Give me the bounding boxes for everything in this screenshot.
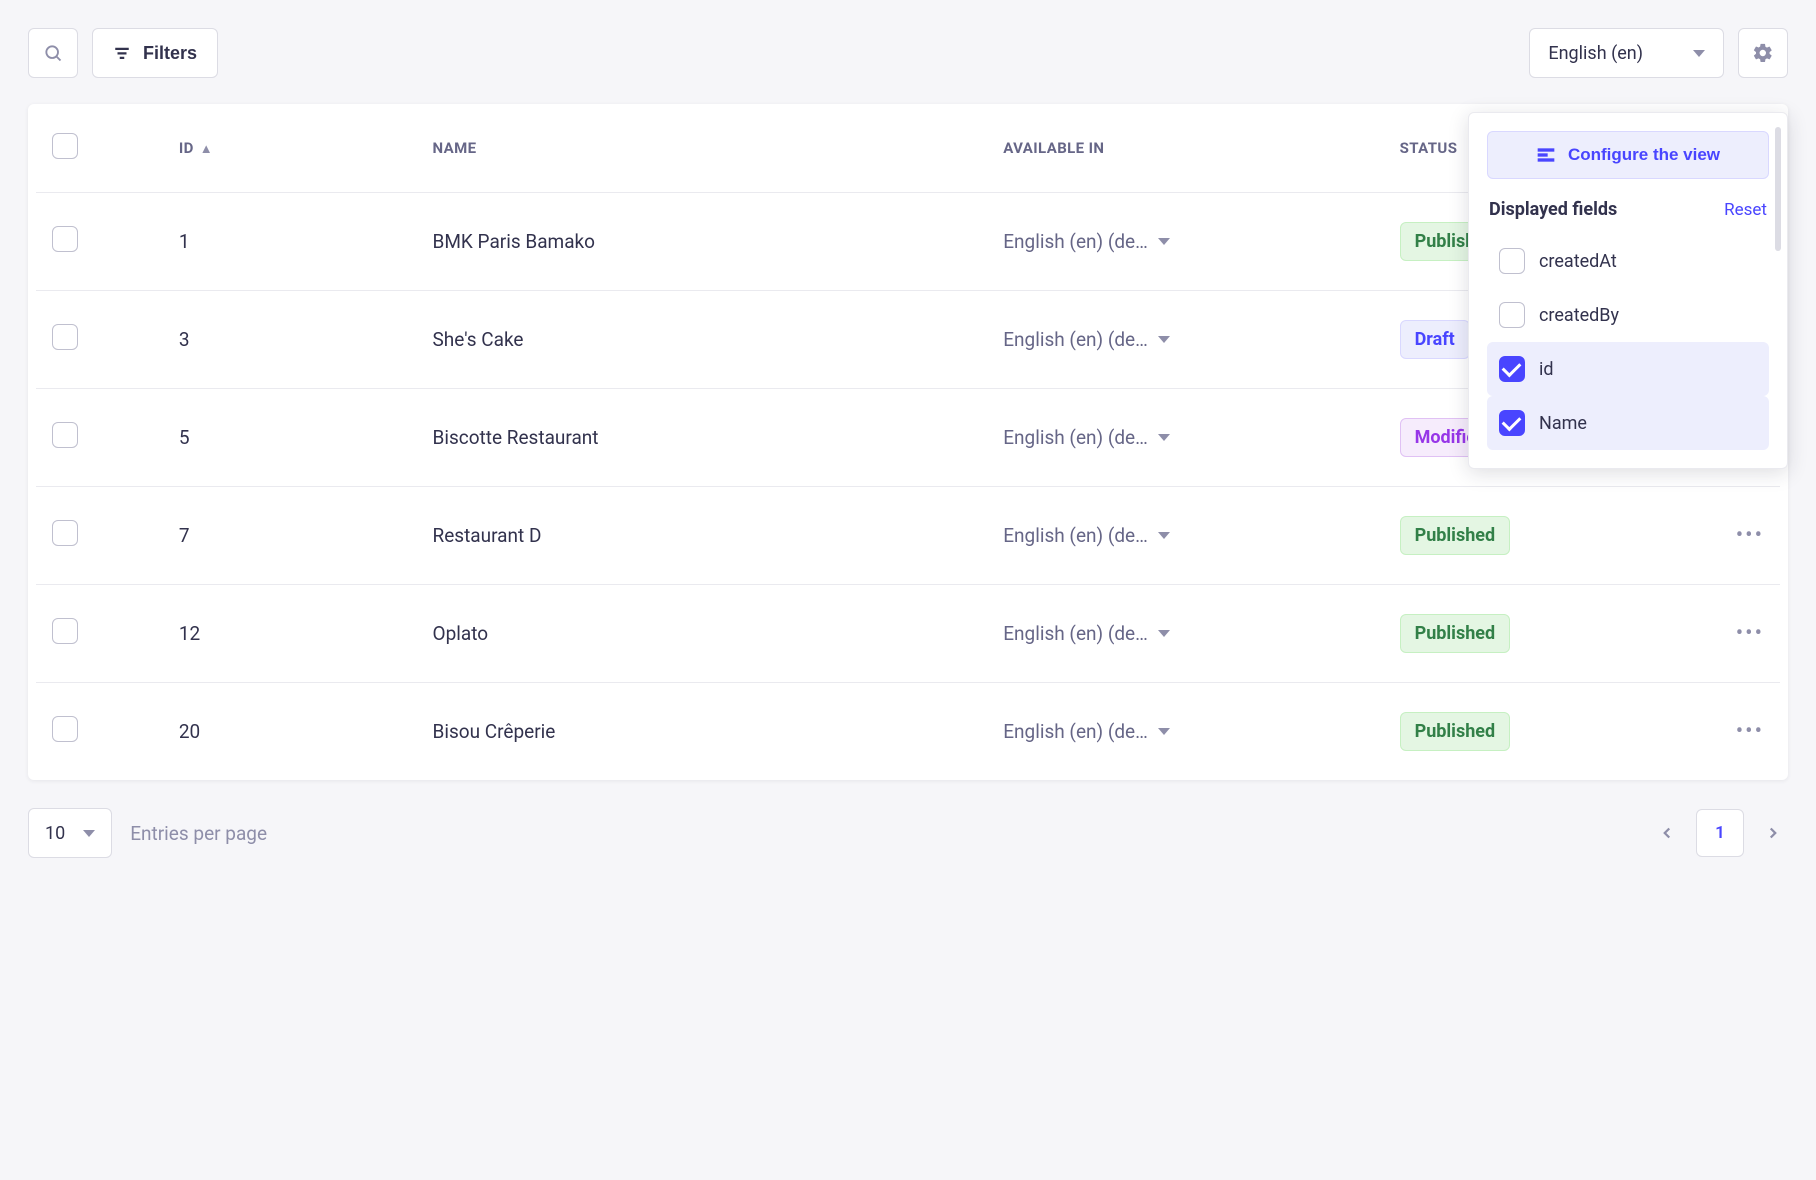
filters-button[interactable]: Filters xyxy=(92,28,218,78)
layout-icon xyxy=(1536,146,1556,164)
cell-id: 7 xyxy=(163,486,417,584)
field-label: Name xyxy=(1539,413,1587,434)
row-checkbox[interactable] xyxy=(52,716,78,742)
row-checkbox[interactable] xyxy=(52,226,78,252)
toolbar: Filters English (en) xyxy=(28,28,1788,78)
cell-name: Biscotte Restaurant xyxy=(417,388,988,486)
cell-id: 5 xyxy=(163,388,417,486)
view-settings-popover: Configure the view Displayed fields Rese… xyxy=(1468,112,1788,469)
configure-view-label: Configure the view xyxy=(1568,145,1720,165)
displayed-field-option[interactable]: id xyxy=(1487,342,1769,396)
gear-icon xyxy=(1752,42,1774,64)
sort-asc-icon: ▲ xyxy=(200,141,213,157)
row-actions-button[interactable]: ••• xyxy=(1736,523,1764,548)
cell-id: 3 xyxy=(163,290,417,388)
cell-id: 20 xyxy=(163,682,417,780)
language-label: English (en) xyxy=(1548,43,1643,64)
available-in-label: English (en) (de… xyxy=(1003,426,1148,449)
select-all-checkbox[interactable] xyxy=(52,133,78,159)
chevron-down-icon xyxy=(1158,532,1170,539)
column-header-id[interactable]: ID▲ xyxy=(163,104,417,192)
status-badge: Published xyxy=(1400,614,1511,653)
cell-name: Restaurant D xyxy=(417,486,988,584)
field-checkbox[interactable] xyxy=(1499,410,1525,436)
filter-icon xyxy=(113,44,131,62)
next-page-button[interactable] xyxy=(1758,818,1788,848)
scrollbar-thumb[interactable] xyxy=(1775,127,1781,251)
available-in-select[interactable]: English (en) (de… xyxy=(1003,720,1367,743)
status-badge: Published xyxy=(1400,516,1511,555)
configure-view-button[interactable]: Configure the view xyxy=(1487,131,1769,179)
available-in-label: English (en) (de… xyxy=(1003,230,1148,253)
available-in-select[interactable]: English (en) (de… xyxy=(1003,328,1367,351)
page-size-select[interactable]: 10 xyxy=(28,808,112,858)
field-checkbox[interactable] xyxy=(1499,356,1525,382)
displayed-field-option[interactable]: createdBy xyxy=(1487,288,1769,342)
available-in-label: English (en) (de… xyxy=(1003,720,1148,743)
reset-fields-link[interactable]: Reset xyxy=(1724,200,1767,220)
chevron-down-icon xyxy=(1158,630,1170,637)
popover-scrollbar[interactable] xyxy=(1775,127,1781,454)
chevron-down-icon xyxy=(1158,434,1170,441)
status-badge: Draft xyxy=(1400,320,1470,359)
displayed-field-option[interactable]: Name xyxy=(1487,396,1769,450)
chevron-down-icon xyxy=(1158,728,1170,735)
table-row[interactable]: 12 Oplato English (en) (de… Published ••… xyxy=(36,584,1780,682)
row-checkbox[interactable] xyxy=(52,618,78,644)
chevron-left-icon xyxy=(1658,824,1676,842)
prev-page-button[interactable] xyxy=(1652,818,1682,848)
field-checkbox[interactable] xyxy=(1499,248,1525,274)
field-label: id xyxy=(1539,359,1554,380)
cell-name: Bisou Crêperie xyxy=(417,682,988,780)
cell-id: 1 xyxy=(163,192,417,290)
available-in-label: English (en) (de… xyxy=(1003,622,1148,645)
column-header-name[interactable]: Name xyxy=(417,104,988,192)
search-button[interactable] xyxy=(28,28,78,78)
chevron-down-icon xyxy=(1158,336,1170,343)
search-icon xyxy=(43,43,63,63)
chevron-right-icon xyxy=(1764,824,1782,842)
current-page[interactable]: 1 xyxy=(1696,809,1744,857)
pagination: 1 xyxy=(1652,809,1788,857)
available-in-select[interactable]: English (en) (de… xyxy=(1003,622,1367,645)
table-row[interactable]: 7 Restaurant D English (en) (de… Publish… xyxy=(36,486,1780,584)
field-label: createdAt xyxy=(1539,251,1617,272)
displayed-fields-title: Displayed fields xyxy=(1489,199,1617,220)
chevron-down-icon xyxy=(1693,50,1705,57)
status-badge: Published xyxy=(1400,712,1511,751)
chevron-down-icon xyxy=(1158,238,1170,245)
settings-button[interactable] xyxy=(1738,28,1788,78)
cell-name: Oplato xyxy=(417,584,988,682)
displayed-field-option[interactable]: createdAt xyxy=(1487,234,1769,288)
row-checkbox[interactable] xyxy=(52,422,78,448)
row-checkbox[interactable] xyxy=(52,324,78,350)
language-select[interactable]: English (en) xyxy=(1529,28,1724,78)
row-actions-button[interactable]: ••• xyxy=(1736,621,1764,646)
available-in-label: English (en) (de… xyxy=(1003,524,1148,547)
field-checkbox[interactable] xyxy=(1499,302,1525,328)
available-in-select[interactable]: English (en) (de… xyxy=(1003,524,1367,547)
chevron-down-icon xyxy=(83,830,95,837)
available-in-select[interactable]: English (en) (de… xyxy=(1003,426,1367,449)
table-footer: 10 Entries per page 1 xyxy=(28,808,1788,858)
entries-per-page-label: Entries per page xyxy=(130,822,267,845)
filters-label: Filters xyxy=(143,43,197,64)
row-actions-button[interactable]: ••• xyxy=(1736,719,1764,744)
cell-name: BMK Paris Bamako xyxy=(417,192,988,290)
available-in-label: English (en) (de… xyxy=(1003,328,1148,351)
column-header-available[interactable]: Available In xyxy=(987,104,1383,192)
field-label: createdBy xyxy=(1539,305,1619,326)
cell-name: She's Cake xyxy=(417,290,988,388)
page-size-value: 10 xyxy=(45,823,65,844)
cell-id: 12 xyxy=(163,584,417,682)
row-checkbox[interactable] xyxy=(52,520,78,546)
table-row[interactable]: 20 Bisou Crêperie English (en) (de… Publ… xyxy=(36,682,1780,780)
available-in-select[interactable]: English (en) (de… xyxy=(1003,230,1367,253)
